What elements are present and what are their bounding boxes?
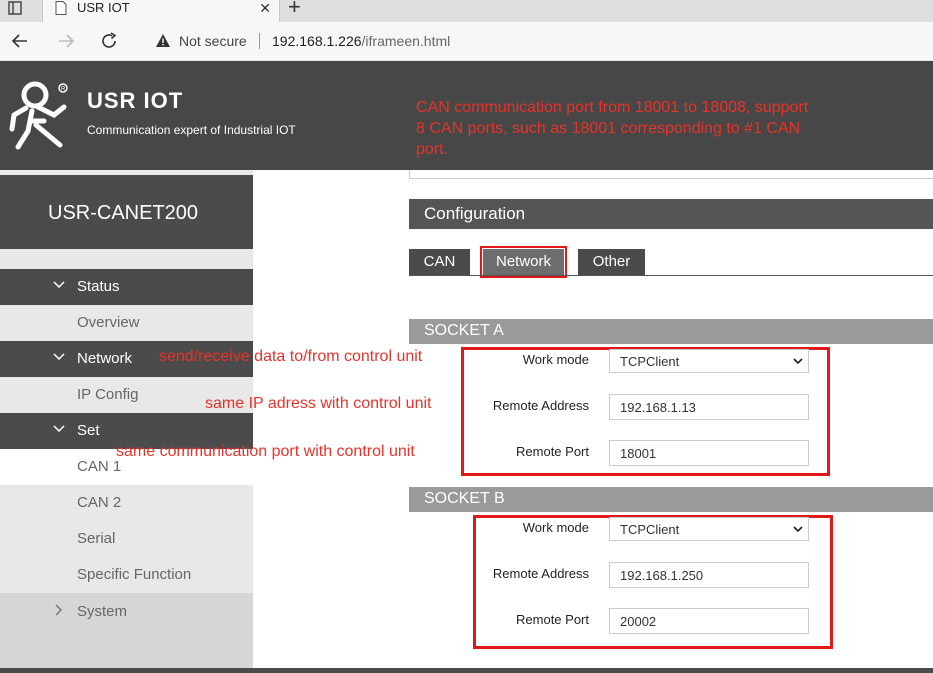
- brand-name: USR IOT: [87, 88, 184, 113]
- sidebar-item-specific-function[interactable]: Specific Function: [0, 557, 253, 593]
- socket-a-header: SOCKET A: [409, 319, 933, 344]
- address-separator: [259, 33, 260, 49]
- reload-icon[interactable]: [99, 31, 119, 51]
- forward-icon[interactable]: [56, 31, 76, 51]
- sidebar-item-label: Network: [77, 350, 133, 367]
- sidebar-item-label: Overview: [77, 314, 140, 331]
- socket-a-remote-address-input[interactable]: 192.168.1.13: [609, 394, 809, 420]
- tabs-underline: [409, 275, 933, 276]
- socket-b-remote-address-input[interactable]: 192.168.1.250: [609, 562, 809, 588]
- socket-a-work-mode-select[interactable]: TCPClient: [609, 349, 809, 373]
- sidebar-item-label: Specific Function: [77, 566, 192, 583]
- chevron-down-icon: [53, 281, 65, 289]
- brand-tagline: Communication expert of Industrial IOT: [87, 123, 296, 137]
- sidebar-item-label: System: [77, 603, 128, 620]
- socket-a-work-mode-label: Work mode: [522, 352, 589, 367]
- sidebar-item-label: CAN 1: [77, 458, 122, 475]
- socket-a-remote-address-value: 192.168.1.13: [620, 400, 696, 415]
- sidebar-item-overview[interactable]: Overview: [0, 305, 253, 341]
- close-tab-icon[interactable]: ✕: [259, 0, 271, 16]
- annotation-send-receive: send/receive data to/from control unit: [159, 348, 423, 365]
- configuration-title: Configuration: [424, 204, 526, 223]
- socket-b-work-mode-value: TCPClient: [620, 522, 680, 537]
- browser-toolbar: Not secure 192.168.1.226/iframeen.html: [0, 22, 933, 61]
- sidebar-item-can2[interactable]: CAN 2: [0, 485, 253, 521]
- annotation-same-ip: same IP adress with control unit: [205, 395, 432, 412]
- warning-icon[interactable]: [155, 33, 171, 49]
- page-header: R USR IOT Communication expert of Indust…: [0, 61, 933, 170]
- annotation-same-port: same communication port with control uni…: [116, 443, 415, 460]
- sidebar-item-serial[interactable]: Serial: [0, 521, 253, 557]
- browser-tab[interactable]: USR IOT ✕: [42, 0, 280, 22]
- sidebar-item-label: Serial: [77, 530, 116, 547]
- sidebar-item-label: IP Config: [77, 386, 139, 403]
- chevron-down-icon: [793, 526, 803, 533]
- url-host: 192.168.1.226: [272, 33, 362, 49]
- socket-b-work-mode-label: Work mode: [522, 520, 589, 535]
- socket-b-title: SOCKET B: [424, 490, 505, 507]
- product-name: USR-CANET200: [48, 202, 199, 224]
- usr-logo-icon: R: [9, 81, 68, 150]
- back-icon[interactable]: [10, 31, 30, 51]
- socket-a-remote-port-label: Remote Port: [516, 444, 589, 459]
- socket-b-remote-port-input[interactable]: 20002: [609, 608, 809, 634]
- sidebar: USR-CANET200 Status Overview Network IP …: [0, 170, 253, 668]
- socket-a-title: SOCKET A: [424, 322, 504, 339]
- sidebar-item-label: CAN 2: [77, 494, 122, 511]
- socket-b-work-mode-select[interactable]: TCPClient: [609, 517, 809, 541]
- socket-b-remote-address-value: 192.168.1.250: [620, 568, 704, 583]
- chevron-right-icon: [55, 604, 63, 616]
- svg-text:R: R: [61, 87, 66, 93]
- socket-b-remote-port-label: Remote Port: [516, 612, 589, 627]
- footer-bar: [0, 668, 933, 673]
- address-bar[interactable]: 192.168.1.226/iframeen.html: [272, 33, 450, 49]
- security-status[interactable]: Not secure: [179, 33, 247, 49]
- sidebar-item-system[interactable]: System: [0, 593, 253, 668]
- tab-title: USR IOT: [77, 0, 130, 15]
- sidebar-item-label: Status: [77, 278, 120, 295]
- sidebar-item-label: Set: [77, 422, 100, 439]
- socket-a-work-mode-value: TCPClient: [620, 354, 680, 369]
- tab-other[interactable]: Other: [578, 249, 645, 275]
- can-port-annotation: CAN communication port from 18001 to 180…: [416, 99, 809, 158]
- socket-a-remote-address-label: Remote Address: [492, 398, 589, 413]
- socket-b-remote-address-label: Remote Address: [492, 566, 589, 581]
- product-title: USR-CANET200: [0, 175, 253, 249]
- window-icon[interactable]: [8, 1, 22, 15]
- new-tab-icon[interactable]: +: [288, 0, 301, 18]
- tab-network[interactable]: Network: [480, 246, 567, 278]
- tab-can[interactable]: CAN: [409, 249, 470, 275]
- browser-tab-bar: USR IOT ✕ +: [0, 0, 933, 22]
- configuration-header: Configuration: [409, 199, 933, 229]
- url-path: /iframeen.html: [361, 33, 451, 49]
- socket-a-remote-port-value: 18001: [620, 446, 657, 461]
- socket-a-remote-port-input[interactable]: 18001: [609, 440, 809, 466]
- sidebar-item-status[interactable]: Status: [0, 269, 253, 305]
- chevron-down-icon: [793, 358, 803, 365]
- content-top-border: [409, 170, 933, 179]
- chevron-down-icon: [53, 425, 65, 433]
- document-icon: [55, 1, 67, 15]
- socket-b-header: SOCKET B: [409, 487, 933, 512]
- chevron-down-icon: [53, 353, 65, 361]
- socket-b-remote-port-value: 20002: [620, 614, 657, 629]
